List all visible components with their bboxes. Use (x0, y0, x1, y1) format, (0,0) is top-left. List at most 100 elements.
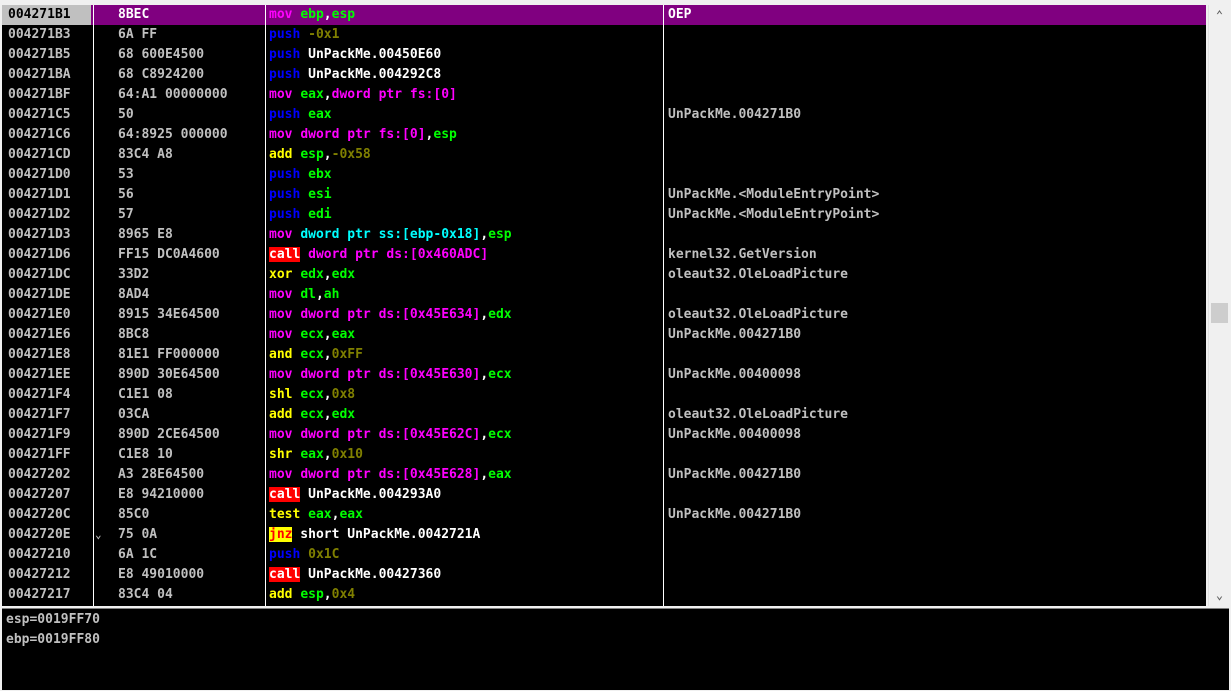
disassembly-cell: mov ecx,eax (266, 325, 663, 345)
column-divider[interactable] (93, 5, 94, 606)
memory-operand: dword ptr ss:[ebp-0x18] (300, 227, 481, 242)
comment-cell: oleaut32.OleLoadPicture (668, 307, 849, 322)
disasm-row[interactable]: 004271D0 53 push ebx (2, 165, 1206, 185)
operand: UnPackMe.00450E60 (308, 47, 442, 62)
immediate: 0x1C (308, 547, 340, 562)
comment-cell: UnPackMe.00400098 (668, 427, 802, 442)
address-cell: 0042720C (8, 507, 71, 522)
disasm-row[interactable]: 004271D3 8965 E8 mov dword ptr ss:[ebp-0x1… (2, 225, 1206, 245)
register: ecx (300, 387, 324, 402)
mnemonic: push (269, 67, 309, 82)
comment-cell (664, 545, 1206, 565)
chevron-down-icon[interactable]: ⌄ (1209, 585, 1230, 606)
column-divider[interactable] (265, 5, 266, 606)
separator: , (480, 307, 489, 322)
disassembly-cell: shr eax,0x10 (266, 445, 663, 465)
mnemonic: push (269, 187, 309, 202)
disassembly-cell: add esp,0x4 (266, 585, 663, 605)
disasm-row[interactable]: 004271DC 33D2 xor edx,edx oleaut32.OleLoadP… (2, 265, 1206, 285)
disasm-row[interactable]: 004271E6 8BC8 mov ecx,eax UnPackMe.004271B0 (2, 325, 1206, 345)
memory-operand: dword ptr ds:[0x45E62C] (300, 427, 481, 442)
disasm-row[interactable]: 004271C6 64:8925 000000 mov dword ptr fs:[… (2, 125, 1206, 145)
column-divider[interactable] (663, 5, 664, 606)
mnemonic: push (269, 107, 309, 122)
mnemonic: mov (269, 367, 301, 382)
disasm-row[interactable]: 004271B3 6A FF push -0x1 (2, 25, 1206, 45)
address-cell: 004271D1 (8, 187, 71, 202)
disasm-row[interactable]: 004271CD 83C4 A8 add esp,-0x58 (2, 145, 1206, 165)
address-cell: 00427212 (8, 567, 71, 582)
disassembly-cell: jnz short UnPackMe.0042721A (266, 525, 663, 545)
bytes-cell: 8915 34E64500 (118, 307, 220, 322)
disassembly-cell: mov ebp,esp (266, 5, 663, 25)
mnemonic: push (269, 547, 309, 562)
disasm-row[interactable]: 004271F4 C1E1 08 shl ecx,0x8 (2, 385, 1206, 405)
address-cell: 004271E6 (8, 327, 71, 342)
register: eax (308, 107, 332, 122)
disasm-row[interactable]: 004271B1 8BEC mov ebp,esp OEP (2, 5, 1206, 25)
comment-cell (664, 225, 1206, 245)
bytes-cell: 8AD4 (118, 287, 150, 302)
mnemonic: mov (269, 287, 301, 302)
immediate: 0x10 (331, 447, 363, 462)
disassembly-cell: push -0x1 (266, 25, 663, 45)
register: eax (300, 87, 324, 102)
disasm-row[interactable]: 004271F9 890D 2CE64500 mov dword ptr ds:[0… (2, 425, 1206, 445)
comment-cell (664, 25, 1206, 45)
address-cell: 004271C6 (8, 127, 71, 142)
disasm-row[interactable]: 004271BF 64:A1 00000000 mov eax,dword ptr … (2, 85, 1206, 105)
comment-cell: kernel32.GetVersion (668, 247, 817, 262)
disasm-row[interactable]: 004271F7 03CA add ecx,edx oleaut32.OleLoadP… (2, 405, 1206, 425)
vertical-scrollbar[interactable]: ⌃ ⌄ (1208, 5, 1230, 606)
disasm-row[interactable]: 004271BA 68 C8924200 push UnPackMe.004292C… (2, 65, 1206, 85)
bytes-cell: E8 49010000 (118, 567, 205, 582)
register: edx (488, 307, 512, 322)
comment-cell (664, 385, 1206, 405)
disasm-row[interactable]: 00427207 E8 94210000 call UnPackMe.004293A… (2, 485, 1206, 505)
mnemonic: call (269, 567, 301, 582)
disasm-row[interactable]: 004271FF C1E8 10 shr eax,0x10 (2, 445, 1206, 465)
chevron-up-icon[interactable]: ⌃ (1209, 5, 1230, 26)
register: edx (331, 267, 356, 282)
disasm-row[interactable]: 004271D6 FF15 DC0A4600 call dword ptr ds:[… (2, 245, 1206, 265)
register: eax (339, 507, 363, 522)
bytes-cell: 8BC8 (118, 327, 150, 342)
disasm-row[interactable]: 00427217 83C4 04 add esp,0x4 (2, 585, 1206, 605)
register: ebx (308, 167, 332, 182)
address-cell: 0042720E (8, 527, 71, 542)
mnemonic: shl (269, 387, 301, 402)
immediate: 0x4 (331, 587, 356, 602)
bytes-cell: 68 C8924200 (118, 67, 205, 82)
separator: , (315, 287, 324, 302)
disasm-row[interactable]: 0042720C 85C0 test eax,eax UnPackMe.004271B… (2, 505, 1206, 525)
disasm-row[interactable]: 004271E8 81E1 FF000000 and ecx,0xFF (2, 345, 1206, 365)
bytes-cell: 75 0A (118, 527, 158, 542)
bytes-cell: 83C4 04 (118, 587, 173, 602)
comment-cell (664, 145, 1206, 165)
disasm-row[interactable]: 004271D1 56 push esi UnPackMe.<ModuleEntryP… (2, 185, 1206, 205)
disasm-row[interactable]: 00427210 6A 1C push 0x1C (2, 545, 1206, 565)
disasm-row[interactable]: 00427202 A3 28E64500 mov dword ptr ds:[0x4… (2, 465, 1206, 485)
bytes-cell: 64:A1 00000000 (118, 87, 228, 102)
address-cell: 004271BF (8, 87, 71, 102)
separator: , (323, 587, 332, 602)
disasm-row[interactable]: 004271DE 8AD4 mov dl,ah (2, 285, 1206, 305)
disassembly-pane[interactable]: 004271B1 8BEC mov ebp,esp OEP 004271B3 6A FF p… (2, 5, 1206, 606)
register: eax (300, 447, 324, 462)
disasm-row[interactable]: 0042720E ⌄ 75 0A jnz short UnPackMe.0042721… (2, 525, 1206, 545)
disasm-row[interactable]: 004271EE 890D 30E64500 mov dword ptr ds:[0… (2, 365, 1206, 385)
separator: , (323, 7, 332, 22)
disasm-row[interactable]: 004271E0 8915 34E64500 mov dword ptr ds:[0… (2, 305, 1206, 325)
address-cell: 004271D3 (8, 227, 71, 242)
mnemonic: test (269, 507, 309, 522)
separator: , (323, 347, 332, 362)
scrollbar-thumb[interactable] (1211, 303, 1228, 323)
address-cell: 00427210 (8, 547, 71, 562)
disasm-row[interactable]: 00427212 E8 49010000 call UnPackMe.0042736… (2, 565, 1206, 585)
disassembly-cell: push esi (266, 185, 663, 205)
register: esp (433, 127, 457, 142)
disasm-row[interactable]: 004271B5 68 600E4500 push UnPackMe.00450E6… (2, 45, 1206, 65)
disasm-row[interactable]: 004271D2 57 push edi UnPackMe.<ModuleEntryP… (2, 205, 1206, 225)
disasm-row[interactable]: 004271C5 50 push eax UnPackMe.004271B0 (2, 105, 1206, 125)
comment-cell (664, 165, 1206, 185)
